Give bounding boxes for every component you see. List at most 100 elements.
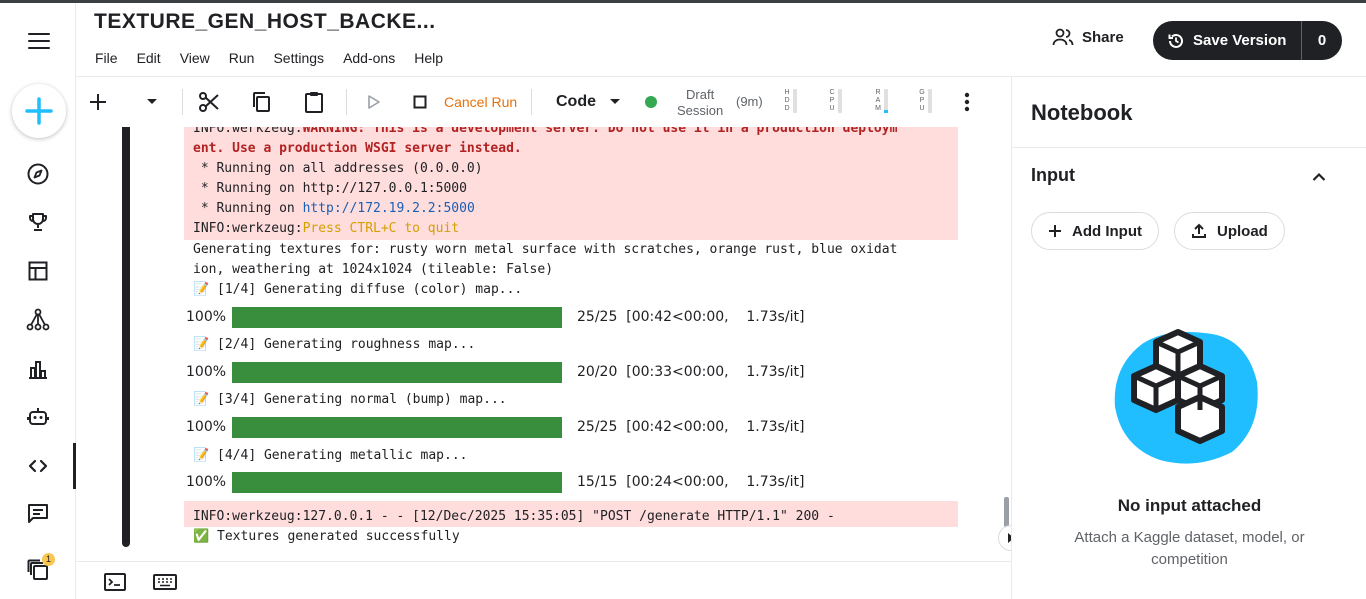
log-line: INFO:werkzeug:WARNING: This is a develop… <box>193 127 898 136</box>
log-line: ion, weathering at 1024x1024 (tileable: … <box>193 262 554 277</box>
nav-competitions[interactable] <box>0 202 76 242</box>
version-count[interactable]: 0 <box>1302 32 1342 49</box>
upload-icon <box>1192 223 1206 238</box>
menu-addons[interactable]: Add-ons <box>343 50 395 66</box>
nav-notifications[interactable]: 1 <box>0 550 76 590</box>
menu-help[interactable]: Help <box>414 50 443 66</box>
log-line: * Running on http://127.0.0.1:5000 <box>193 181 467 196</box>
cell-type-label: Code <box>556 93 596 110</box>
gpu-meter-label: GPU <box>919 89 925 112</box>
log-line: 📝 [4/4] Generating metallic map... <box>193 448 468 463</box>
log-line: * Running on http://172.19.2.2:5000 <box>193 201 475 216</box>
menu-view[interactable]: View <box>180 50 210 66</box>
nav-datasets[interactable] <box>0 251 76 291</box>
run-cell-button[interactable] <box>367 77 381 127</box>
save-version-button[interactable]: Save Version 0 <box>1153 21 1342 60</box>
server-link[interactable]: http://172.19.2.2:5000 <box>303 201 475 216</box>
play-icon <box>368 95 380 109</box>
input-section-header[interactable]: Input <box>1031 165 1075 186</box>
gpu-meter[interactable]: GPU <box>919 89 932 113</box>
session-label-1: Draft <box>686 87 715 102</box>
notebook-side-panel: Notebook Input Add Input Upload No input… <box>1011 77 1366 599</box>
collapse-input-button[interactable] <box>1312 169 1326 187</box>
session-info[interactable]: Draft Session <box>677 78 723 128</box>
log-line: 📝 [3/4] Generating normal (bump) map... <box>193 392 507 407</box>
cpu-meter-label: CPU <box>829 89 835 112</box>
caret-down-icon <box>147 99 157 104</box>
add-cell-button[interactable] <box>89 77 107 127</box>
paste-cell-button[interactable] <box>303 77 325 127</box>
log-line: 📝 [2/4] Generating roughness map... <box>193 337 476 352</box>
progress-row: 100% 20/20 [00:33<00:00, 1.73s/it] <box>186 361 804 383</box>
window-top-border <box>0 0 1366 3</box>
nav-models[interactable] <box>0 300 76 340</box>
toolbar-divider <box>531 89 532 115</box>
console-button[interactable] <box>104 573 126 596</box>
share-button[interactable]: Share <box>1052 28 1124 46</box>
toolbar-divider <box>182 89 183 115</box>
nav-agents[interactable] <box>0 397 76 437</box>
log-line: * Running on all addresses (0.0.0.0) <box>193 161 483 176</box>
bottom-bar <box>76 561 1011 599</box>
menu-run[interactable]: Run <box>229 50 255 66</box>
history-icon <box>1168 33 1183 48</box>
gpu-meter-bar <box>928 89 932 113</box>
plus-icon <box>90 94 106 110</box>
comment-icon <box>28 504 48 523</box>
log-line: ✅ Textures generated successfully <box>193 529 460 544</box>
more-options-button[interactable] <box>964 77 970 127</box>
robot-icon <box>27 408 49 425</box>
ram-meter[interactable]: RAM <box>875 89 888 113</box>
copy-cell-button[interactable] <box>250 77 272 127</box>
copy-icon <box>253 92 270 112</box>
cell-type-select[interactable]: Code <box>556 77 620 127</box>
hdd-meter[interactable]: HDD <box>784 89 797 113</box>
clipboard-icon <box>305 92 323 113</box>
add-input-button[interactable]: Add Input <box>1031 212 1159 250</box>
progress-bar <box>232 306 562 328</box>
nav-benchmarks[interactable] <box>0 349 76 389</box>
menu-edit[interactable]: Edit <box>137 50 161 66</box>
ram-meter-label: RAM <box>875 89 881 112</box>
keyboard-shortcuts-button[interactable] <box>153 574 177 595</box>
notebook-toolbar: Cancel Run Code Draft Session (9m) HDD C… <box>76 77 1011 127</box>
progress-row: 100% 15/15 [00:24<00:00, 1.73s/it] <box>186 471 804 493</box>
upload-button[interactable]: Upload <box>1174 212 1285 250</box>
hamburger-menu-icon[interactable] <box>28 33 50 49</box>
session-time: (9m) <box>736 94 763 109</box>
cell-active-indicator <box>122 127 130 547</box>
table-icon <box>28 261 48 281</box>
model-graph-icon <box>26 308 50 331</box>
cancel-run-button[interactable]: Cancel Run <box>413 77 517 127</box>
menu-settings[interactable]: Settings <box>273 50 324 66</box>
progress-stats: 15/15 [00:24<00:00, 1.73s/it] <box>577 474 805 490</box>
progress-percent: 100% <box>186 474 227 490</box>
empty-state-description: Attach a Kaggle dataset, model, or compe… <box>1074 529 1305 568</box>
progress-stats: 25/25 [00:42<00:00, 1.73s/it] <box>577 419 805 435</box>
progress-percent: 100% <box>186 309 227 325</box>
empty-state-title: No input attached <box>1117 496 1262 515</box>
menu-file[interactable]: File <box>95 50 118 66</box>
progress-percent: 100% <box>186 419 227 435</box>
output-scrollbar[interactable] <box>1004 497 1009 527</box>
cancel-run-label: Cancel Run <box>444 94 518 110</box>
progress-row: 100% 25/25 [00:42<00:00, 1.73s/it] <box>186 306 804 328</box>
log-line: Generating textures for: rusty worn meta… <box>193 242 898 257</box>
add-cell-dropdown[interactable] <box>146 77 158 127</box>
cpu-meter[interactable]: CPU <box>829 89 842 113</box>
create-button[interactable] <box>12 84 66 138</box>
log-line: INFO:werkzeug:Press CTRL+C to quit <box>193 221 460 236</box>
ram-meter-bar <box>884 89 888 113</box>
save-version-label: Save Version <box>1193 32 1287 49</box>
cut-cell-button[interactable] <box>197 77 221 127</box>
log-line: ent. Use a production WSGI server instea… <box>193 141 522 156</box>
cell-output-area[interactable]: INFO:werkzeug:WARNING: This is a develop… <box>76 127 1011 561</box>
stop-icon <box>413 95 427 109</box>
nav-code[interactable] <box>0 443 76 489</box>
notebook-title[interactable]: TEXTURE_GEN_HOST_BACKE... <box>94 10 436 34</box>
terminal-icon <box>104 573 126 591</box>
nav-explore[interactable] <box>0 154 76 194</box>
progress-bar <box>232 416 562 438</box>
cpu-meter-bar <box>838 89 842 113</box>
nav-discussions[interactable] <box>0 493 76 533</box>
